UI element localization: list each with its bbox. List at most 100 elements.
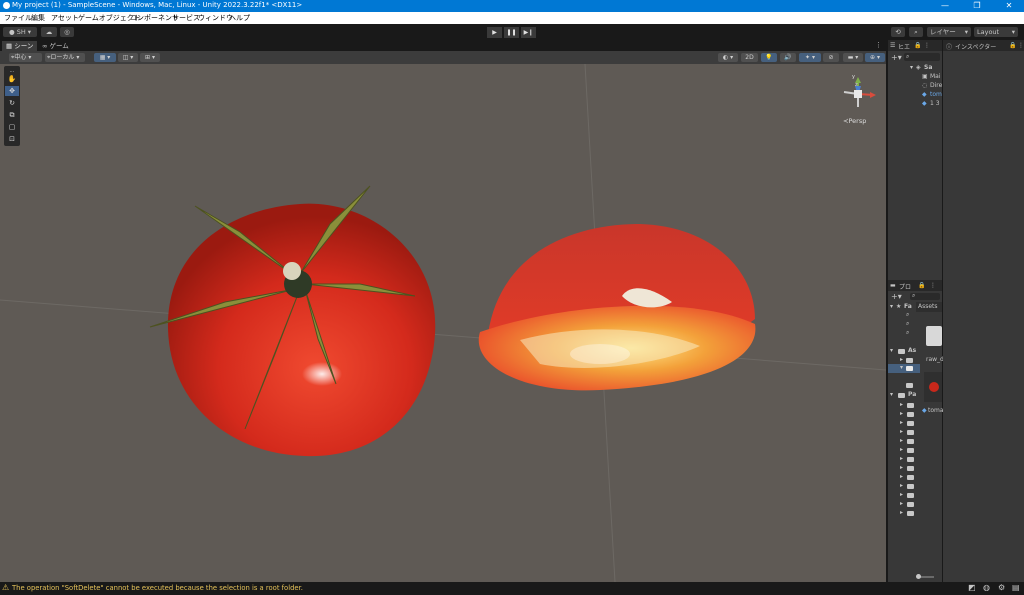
scale-tool[interactable]: ⧉ [5, 110, 19, 120]
folder-icon[interactable] [907, 439, 914, 444]
asset-name[interactable]: raw_d [926, 356, 944, 363]
collab-button[interactable]: ◎ [60, 27, 74, 37]
search-button[interactable]: ⌕ [909, 27, 923, 37]
rotate-tool[interactable]: ↻ [5, 98, 19, 108]
asset-name[interactable]: toma [928, 407, 944, 414]
collapse-arrow-icon[interactable]: ▸ [900, 464, 903, 471]
folder-icon[interactable] [907, 430, 914, 435]
menu-file[interactable]: ファイル [4, 13, 32, 23]
folder-icon[interactable] [907, 475, 914, 480]
toggle-2d-button[interactable]: 2D [741, 53, 758, 62]
collapse-arrow-icon[interactable]: ▸ [900, 410, 903, 417]
draw-mode-button[interactable]: ◐ ▾ [718, 53, 738, 62]
tomato-half[interactable] [478, 224, 756, 391]
tomato-whole[interactable] [149, 185, 436, 457]
asset-thumbnail-file[interactable] [926, 326, 942, 346]
expand-arrow-icon[interactable]: ▾ [910, 64, 913, 71]
scene-viewport[interactable] [0, 64, 886, 582]
project-tab-label[interactable]: プロ [899, 282, 911, 291]
drag-handle-icon[interactable]: ⋯ [5, 67, 19, 75]
expand-arrow-icon[interactable]: ▾ [890, 303, 893, 310]
pause-button[interactable]: ❚❚ [504, 27, 519, 38]
hierarchy-tab-label[interactable]: ヒエ [898, 42, 910, 51]
breadcrumb[interactable]: Assets [916, 302, 942, 312]
create-asset-button[interactable]: +▾ [891, 292, 902, 301]
folder-icon[interactable] [907, 484, 914, 489]
project-search-input[interactable]: ⌕ [910, 292, 940, 300]
more-menu-icon[interactable]: ⋮ [1018, 42, 1024, 49]
gizmo-cube[interactable] [854, 90, 862, 98]
expand-arrow-icon[interactable]: ▾ [890, 347, 893, 354]
folder-icon[interactable] [907, 457, 914, 462]
rect-tool[interactable]: ▢ [5, 122, 19, 132]
hierarchy-search-input[interactable]: ⌕ [904, 53, 940, 61]
search-icon[interactable]: ⌕ [906, 311, 909, 319]
thumbnail-size-slider[interactable] [916, 574, 934, 579]
favorites-label[interactable]: Fa [904, 303, 912, 310]
tab-scene[interactable]: ▦ シーン [2, 41, 38, 51]
space-dropdown[interactable]: ⌖ローカル ▾ [45, 53, 85, 62]
collapse-arrow-icon[interactable]: ▸ [900, 455, 903, 462]
folder-icon[interactable] [907, 412, 914, 417]
cache-icon[interactable]: ◍ [983, 583, 990, 592]
collapse-arrow-icon[interactable]: ▸ [900, 428, 903, 435]
search-icon[interactable]: ⌕ [906, 320, 909, 328]
collapse-arrow-icon[interactable]: ▸ [900, 356, 903, 363]
gizmos-button[interactable]: ⊕ ▾ [865, 53, 885, 62]
hand-tool[interactable]: ✋ [5, 74, 19, 84]
layout-dropdown[interactable]: Layout ▾ [974, 27, 1018, 37]
collapse-arrow-icon[interactable]: ▸ [900, 401, 903, 408]
collapse-arrow-icon[interactable]: ▸ [900, 473, 903, 480]
history-button[interactable]: ⟲ [891, 27, 905, 37]
folder-icon[interactable] [907, 493, 914, 498]
orientation-gizmo[interactable]: y z [838, 74, 878, 114]
lock-icon[interactable]: 🔒 [918, 282, 925, 289]
folder-icon[interactable] [907, 511, 914, 516]
folder-icon[interactable] [907, 421, 914, 426]
search-icon[interactable]: ⌕ [906, 329, 909, 337]
hidden-objects-toggle[interactable]: ⊘ [823, 53, 839, 62]
tab-game[interactable]: ∞ ゲーム [38, 41, 73, 51]
packages-label[interactable]: Pa [908, 391, 916, 398]
hierarchy-item[interactable]: tom [930, 91, 942, 98]
expand-arrow-icon[interactable]: ▾ [890, 391, 893, 398]
notification-icon[interactable]: ▤ [1012, 583, 1020, 592]
projection-label[interactable]: ≺Persp [843, 117, 866, 125]
list-item-selected[interactable]: ▾ [888, 364, 920, 373]
assets-root[interactable]: As [908, 347, 916, 354]
menu-help[interactable]: ヘルプ [229, 13, 250, 23]
pivot-dropdown[interactable]: ⌖中心 ▾ [9, 53, 42, 62]
more-menu-icon[interactable]: ⋮ [924, 42, 930, 49]
transform-tool[interactable]: ⊡ [5, 134, 19, 144]
collapse-arrow-icon[interactable]: ▸ [900, 500, 903, 507]
inspector-tab-label[interactable]: インスペクター [955, 42, 996, 51]
more-menu-icon[interactable]: ⋮ [875, 41, 882, 49]
layers-dropdown[interactable]: レイヤー ▾ [927, 27, 971, 37]
move-tool[interactable]: ✥ [5, 86, 19, 96]
close-button[interactable]: ✕ [994, 0, 1024, 12]
scene-name[interactable]: Sa [924, 64, 932, 71]
audio-toggle[interactable]: 🔊 [780, 53, 796, 62]
hierarchy-item[interactable]: Mai [930, 73, 941, 80]
hierarchy-item[interactable]: Dire [930, 82, 942, 89]
lock-icon[interactable]: 🔒 [914, 42, 921, 49]
collapse-arrow-icon[interactable]: ▸ [900, 509, 903, 516]
hierarchy-item[interactable]: 1 3 [930, 100, 940, 107]
play-button[interactable]: ▶ [487, 27, 502, 38]
collapse-arrow-icon[interactable]: ▸ [900, 491, 903, 498]
collapse-arrow-icon[interactable]: ▸ [900, 419, 903, 426]
cloud-button[interactable]: ☁ [41, 27, 57, 37]
lighting-toggle[interactable]: 💡 [761, 53, 777, 62]
collapse-arrow-icon[interactable]: ▸ [900, 482, 903, 489]
collapse-arrow-icon[interactable]: ▸ [900, 446, 903, 453]
status-message[interactable]: The operation "SoftDelete" cannot be exe… [12, 584, 303, 592]
maximize-button[interactable]: ❐ [962, 0, 992, 12]
progress-icon[interactable]: ◩ [968, 583, 976, 592]
minimize-button[interactable]: — [930, 0, 960, 12]
asset-thumbnail-tomato[interactable] [924, 372, 942, 402]
folder-icon[interactable] [907, 466, 914, 471]
debug-icon[interactable]: ⚙ [998, 583, 1005, 592]
effects-toggle[interactable]: ✦ ▾ [799, 53, 821, 62]
snap-increment-button[interactable]: ◫ ▾ [118, 53, 138, 62]
assets-crumb[interactable]: Assets [918, 303, 938, 310]
